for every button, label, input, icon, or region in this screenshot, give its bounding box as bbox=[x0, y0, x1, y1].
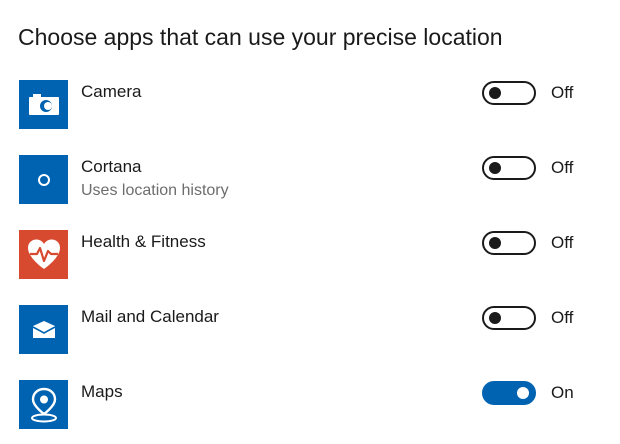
toggle-knob bbox=[489, 312, 501, 324]
toggle-knob bbox=[489, 87, 501, 99]
maps-location-toggle[interactable] bbox=[482, 381, 536, 405]
app-name: Health & Fitness bbox=[81, 232, 206, 251]
app-name: Camera bbox=[81, 82, 142, 101]
map-pin-icon bbox=[19, 380, 68, 429]
cortana-icon bbox=[19, 155, 68, 204]
toggle-knob bbox=[517, 387, 529, 399]
toggle-state-label: Off bbox=[551, 83, 574, 102]
mail-calendar-location-toggle[interactable] bbox=[482, 306, 536, 330]
camera-location-toggle[interactable] bbox=[482, 81, 536, 105]
cortana-location-toggle[interactable] bbox=[482, 156, 536, 180]
app-row-cortana: Cortana Uses location history Off bbox=[0, 155, 620, 215]
app-row-mail-calendar: Mail and Calendar Off bbox=[0, 305, 620, 365]
location-settings-page: Choose apps that can use your precise lo… bbox=[0, 0, 620, 444]
toggle-state-label: Off bbox=[551, 158, 574, 177]
health-fitness-location-toggle[interactable] bbox=[482, 231, 536, 255]
toggle-state-label: On bbox=[551, 383, 574, 402]
app-row-maps: Maps On bbox=[0, 380, 620, 440]
app-row-camera: Camera Off bbox=[0, 80, 620, 140]
envelope-icon bbox=[19, 305, 68, 354]
section-heading: Choose apps that can use your precise lo… bbox=[18, 24, 503, 50]
heart-icon bbox=[19, 230, 68, 279]
app-name: Maps bbox=[81, 382, 123, 401]
app-row-health-fitness: Health & Fitness Off bbox=[0, 230, 620, 290]
app-name: Cortana bbox=[81, 157, 142, 176]
camera-icon bbox=[19, 80, 68, 129]
toggle-state-label: Off bbox=[551, 308, 574, 327]
app-subtitle: Uses location history bbox=[81, 182, 229, 199]
toggle-knob bbox=[489, 162, 501, 174]
toggle-knob bbox=[489, 237, 501, 249]
toggle-state-label: Off bbox=[551, 233, 574, 252]
app-name: Mail and Calendar bbox=[81, 307, 219, 326]
